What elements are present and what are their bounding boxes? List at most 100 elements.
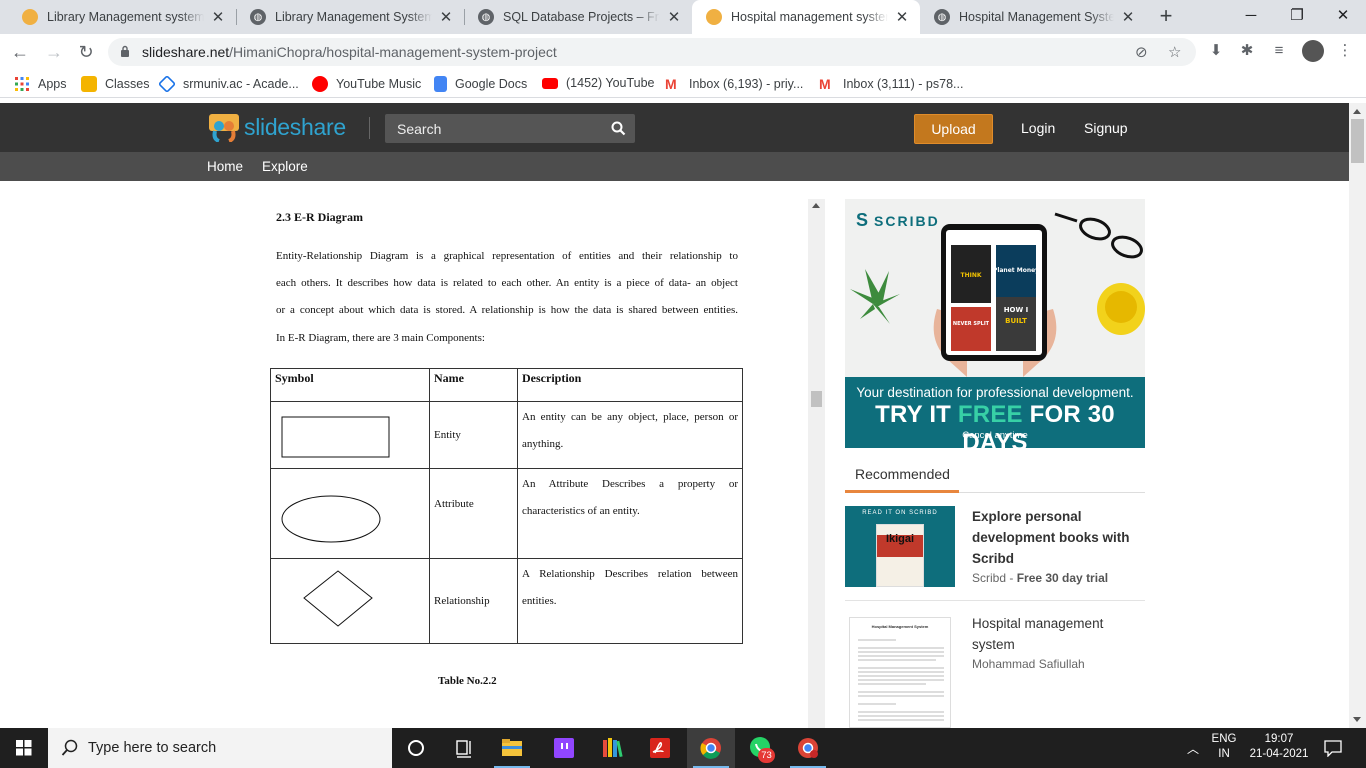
scrollbar-thumb[interactable]	[811, 391, 822, 407]
library-books-icon[interactable]	[588, 728, 636, 768]
login-link[interactable]: Login	[1021, 120, 1055, 136]
cortana-icon[interactable]	[392, 728, 440, 768]
browser-tab-5[interactable]: ◍ Hospital Management System ✕	[920, 0, 1146, 34]
bookmark-apps[interactable]: Apps	[14, 76, 67, 92]
home-link[interactable]: Home	[207, 159, 243, 174]
forward-arrow-icon[interactable]: →	[42, 40, 66, 64]
active-tab-underline	[845, 490, 959, 493]
description-line: A Relationship Describes relation betwee…	[522, 568, 738, 580]
browser-tab-2[interactable]: ◍ Library Management System D ✕	[236, 0, 464, 34]
scroll-up-arrow-icon[interactable]	[812, 203, 820, 208]
document-viewer[interactable]: 2.3 E-R Diagram Entity-Relationship Diag…	[240, 181, 808, 728]
clock[interactable]: 19:07 21-04-2021	[1246, 733, 1312, 760]
description-line: An entity can be any object, place, pers…	[522, 411, 738, 423]
bookmark-inbox-2[interactable]: M Inbox (3,111) - ps78...	[819, 76, 963, 92]
browser-tab-1[interactable]: Library Management system D ✕	[8, 0, 236, 34]
table-caption: Table No.2.2	[438, 675, 497, 687]
svg-text:Planet Money: Planet Money	[993, 267, 1039, 274]
windows-start-icon[interactable]	[0, 728, 48, 768]
close-tab-icon[interactable]: ✕	[666, 8, 682, 26]
adobe-acrobat-icon[interactable]	[636, 728, 684, 768]
bookmark-inbox-1[interactable]: M Inbox (6,193) - priy...	[665, 76, 803, 92]
bookmark-classes[interactable]: Classes	[81, 76, 149, 92]
task-view-icon[interactable]	[440, 728, 488, 768]
url-path: /HimaniChopra/hospital-management-system…	[229, 44, 557, 60]
restore-button[interactable]: ❐	[1274, 0, 1320, 34]
bookmark-youtube[interactable]: (1452) YouTube	[542, 76, 655, 90]
back-arrow-icon[interactable]: ←	[8, 40, 32, 64]
upload-button[interactable]: Upload	[914, 114, 993, 144]
search-icon[interactable]	[611, 121, 626, 136]
scroll-up-arrow-icon[interactable]	[1353, 109, 1361, 114]
bookmark-google-docs[interactable]: Google Docs	[434, 76, 527, 92]
kebab-menu-icon[interactable]: ⋮	[1336, 42, 1354, 60]
chrome-profile-icon[interactable]	[784, 728, 832, 768]
description-cell: An Attribute Describes a property or cha…	[517, 468, 743, 559]
ad-free-word: FREE	[957, 401, 1023, 428]
bookmark-label: Classes	[105, 77, 150, 91]
bookmark-label: Google Docs	[455, 77, 528, 91]
close-tab-icon[interactable]: ✕	[1120, 8, 1136, 26]
slideshare-logo[interactable]: slideshare	[207, 112, 346, 142]
browser-tab-3[interactable]: ◍ SQL Database Projects – Free D ✕	[464, 0, 692, 34]
ad-cancel-note: Cancel anytime	[962, 430, 1028, 441]
ad-cta-panel[interactable]: Your destination for professional develo…	[845, 377, 1145, 448]
signup-link[interactable]: Signup	[1084, 120, 1128, 136]
scroll-down-arrow-icon[interactable]	[1353, 717, 1361, 722]
taskbar-search-box[interactable]: Type here to search	[48, 728, 392, 768]
tab-title: Hospital management system |	[731, 10, 888, 24]
lock-icon[interactable]	[120, 45, 130, 57]
bookmark-star-icon[interactable]: ☆	[1168, 43, 1181, 61]
globe-icon: ◍	[934, 9, 950, 25]
page-scrollbar[interactable]	[1349, 103, 1366, 728]
close-tab-icon[interactable]: ✕	[210, 8, 226, 26]
bookmark-label: YouTube Music	[336, 77, 422, 91]
recommended-heading: Recommended	[855, 466, 950, 482]
bookmark-srmuniv[interactable]: srmuniv.ac - Acade...	[157, 74, 299, 94]
scrollbar-thumb[interactable]	[1351, 119, 1364, 163]
youtube-icon	[542, 77, 558, 89]
extensions-puzzle-icon[interactable]: ✱	[1238, 42, 1256, 60]
document-scrollbar[interactable]	[808, 199, 825, 728]
minimize-button[interactable]: ─	[1228, 0, 1274, 34]
paragraph-line: In E-R Diagram, there are 3 main Compone…	[276, 332, 485, 344]
tab-strip: Library Management system D ✕ ◍ Library …	[0, 0, 1366, 34]
eye-slash-icon[interactable]: ⊘	[1135, 43, 1148, 61]
search-placeholder: Search	[397, 121, 442, 137]
book-title: Ikigai	[885, 533, 915, 545]
bookmark-label: srmuniv.ac - Acade...	[183, 77, 299, 91]
close-window-button[interactable]: ✕	[1320, 0, 1366, 34]
recommended-title[interactable]: Hospital management system	[972, 613, 1132, 655]
close-tab-icon[interactable]: ✕	[438, 8, 454, 26]
reload-icon[interactable]: ↻	[74, 40, 98, 64]
ad-tagline: Your destination for professional develo…	[856, 385, 1134, 400]
url-host: slideshare.net	[142, 44, 230, 60]
paragraph-line: each others. It describes how data is re…	[276, 277, 738, 289]
slideshare-search-input[interactable]: Search	[385, 114, 635, 143]
youtube-music-icon	[312, 76, 328, 92]
bookmark-youtube-music[interactable]: YouTube Music	[312, 76, 421, 92]
reading-list-icon[interactable]: ≡	[1270, 42, 1288, 60]
file-explorer-icon[interactable]	[488, 728, 536, 768]
recommended-title[interactable]: Explore personal development books with …	[972, 506, 1132, 569]
new-tab-button[interactable]: +	[1155, 5, 1177, 27]
browser-tab-4-active[interactable]: Hospital management system | ✕	[692, 0, 920, 34]
profile-avatar[interactable]	[1302, 40, 1324, 62]
show-hidden-icons-chevron-icon[interactable]: ︿	[1187, 740, 1199, 757]
twitch-icon[interactable]	[540, 728, 588, 768]
notification-center-icon[interactable]	[1323, 739, 1343, 757]
address-bar[interactable]: slideshare.net/HimaniChopra/hospital-man…	[108, 38, 1196, 66]
whatsapp-icon[interactable]: 73	[736, 728, 784, 768]
chrome-icon[interactable]	[687, 728, 735, 768]
svg-text:NEVER SPLIT: NEVER SPLIT	[953, 321, 990, 327]
recommended-thumbnail-scribd[interactable]: READ IT ON SCRIBD Ikigai	[845, 506, 955, 587]
language-indicator[interactable]: ENG IN	[1208, 733, 1240, 760]
description-cell: An entity can be any object, place, pers…	[517, 401, 743, 469]
ad-headline-part: TRY IT	[875, 401, 958, 428]
recommended-thumbnail-document[interactable]: Hospital Management System	[849, 617, 951, 728]
recommended-author: Mohammad Safiullah	[972, 657, 1085, 671]
explore-link[interactable]: Explore	[262, 159, 308, 174]
download-icon[interactable]: ⬇	[1207, 42, 1225, 60]
scribd-ad-banner[interactable]: S SCRIBD THINK Planet Money NEVER SPLIT …	[845, 199, 1145, 448]
close-tab-icon[interactable]: ✕	[894, 8, 910, 26]
